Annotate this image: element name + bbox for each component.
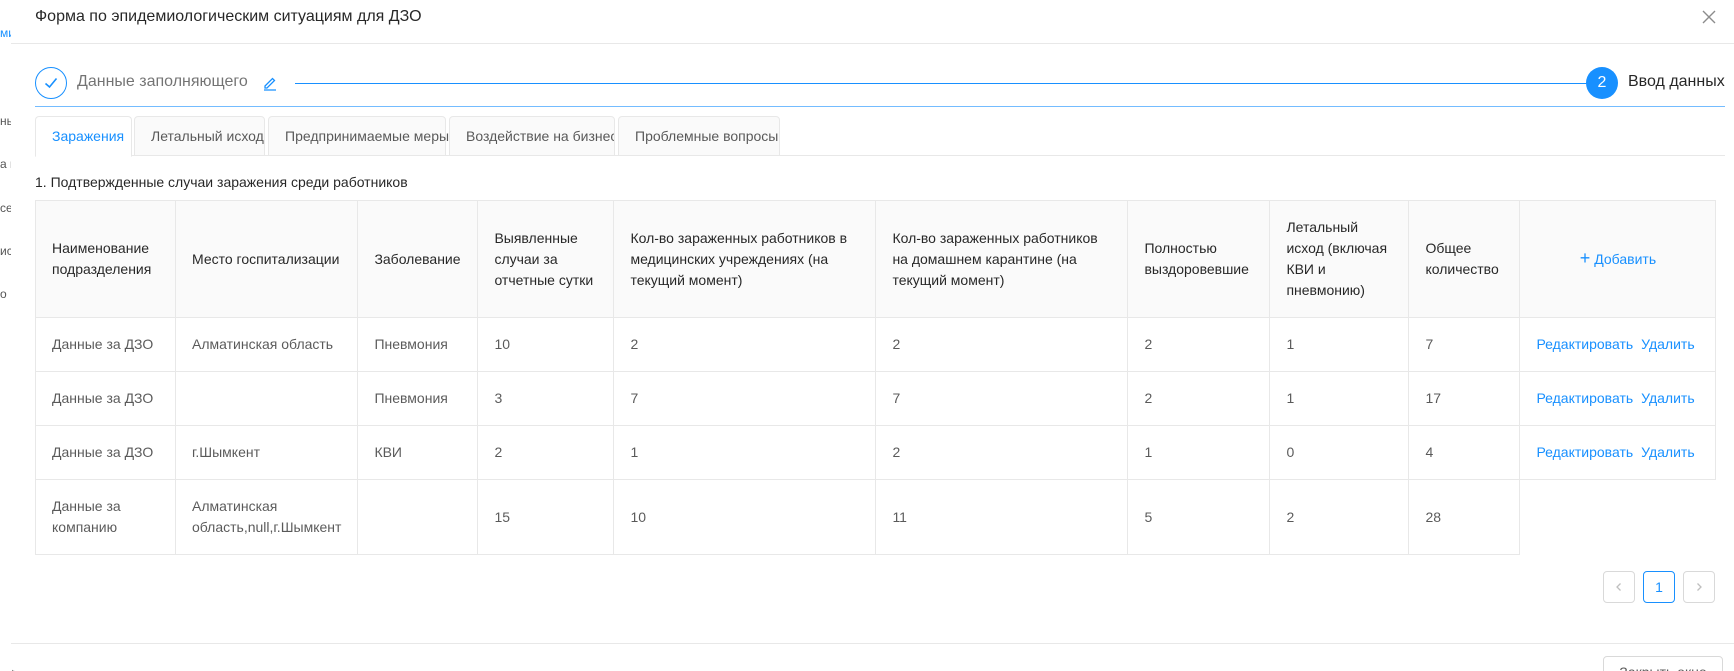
table-cell: Алматинская область: [174, 317, 359, 372]
table-cell: г.Шымкент: [174, 425, 359, 480]
table-cell: Алматинская область,null,г.Шымкент: [174, 479, 359, 555]
row-actions: Редактировать Удалить: [1519, 317, 1717, 372]
column-header: Выявленные случаи за отчетные сутки: [477, 200, 615, 318]
table-cell: 2: [1127, 317, 1271, 372]
table-cell: КВИ: [357, 425, 479, 480]
tab-business-impact[interactable]: Воздействие на бизнес: [449, 116, 615, 156]
column-header: Полностью выздоровевшие: [1127, 200, 1271, 318]
table-cell: 2: [477, 425, 615, 480]
table-cell: 2: [1269, 479, 1410, 555]
empty-cell: [1519, 479, 1716, 555]
table-cell: 10: [613, 479, 877, 555]
table-cell: 2: [875, 425, 1129, 480]
table-row: Данные за ДЗО Пневмония 3 7 7 2 1 17 Ред…: [35, 371, 1717, 426]
tab-infections[interactable]: Заражения: [35, 116, 132, 157]
next-page-icon[interactable]: [1683, 571, 1715, 603]
modal-header: Форма по эпидемиологическим ситуациям дл…: [11, 0, 1734, 44]
row-actions: Редактировать Удалить: [1519, 425, 1717, 480]
table-cell: 7: [1408, 317, 1521, 372]
edit-icon[interactable]: [262, 75, 278, 91]
table-cell: Данные за ДЗО: [35, 317, 176, 372]
step-connector: [295, 83, 1593, 84]
edit-link[interactable]: Редактировать: [1536, 444, 1633, 460]
table-cell: 10: [477, 317, 615, 372]
close-icon[interactable]: [1698, 6, 1720, 28]
edit-link[interactable]: Редактировать: [1536, 336, 1633, 352]
column-header: Наименование подразделения: [35, 200, 176, 318]
step-2-label: Ввод данных: [1628, 73, 1725, 90]
table-cell: 4: [1408, 425, 1521, 480]
table-cell: 0: [1269, 425, 1410, 480]
page-button[interactable]: 1: [1643, 571, 1675, 603]
total-row: Данные за компанию Алматинская область,n…: [35, 479, 1716, 555]
prev-page-icon[interactable]: [1603, 571, 1635, 603]
table-cell: 2: [1127, 371, 1271, 426]
modal-title: Форма по эпидемиологическим ситуациям дл…: [35, 8, 422, 25]
column-header: Кол-во зараженных работников в медицинск…: [613, 200, 877, 318]
delete-link[interactable]: Удалить: [1641, 444, 1694, 460]
tab-measures[interactable]: Предпринимаемые меры: [268, 116, 449, 156]
table-cell: 1: [1269, 371, 1410, 426]
edit-link[interactable]: Редактировать: [1536, 390, 1633, 406]
column-header: Кол-во зараженных работников на домашнем…: [875, 200, 1129, 318]
table-cell: 7: [613, 371, 877, 426]
table-cell: Данные за ДЗО: [35, 371, 176, 426]
delete-link[interactable]: Удалить: [1641, 336, 1694, 352]
steps-divider: [35, 106, 1725, 107]
column-header: Место госпитализации: [174, 200, 359, 318]
table-cell: 7: [875, 371, 1129, 426]
table-cell: [174, 371, 359, 426]
table-cell: Данные за ДЗО: [35, 425, 176, 480]
table-row: Данные за ДЗО Алматинская область Пневмо…: [35, 317, 1717, 372]
step-1-label[interactable]: Данные заполняющего: [77, 73, 248, 91]
check-icon: [35, 67, 67, 99]
plus-icon: +: [1579, 248, 1591, 268]
table-cell: 17: [1408, 371, 1521, 426]
delete-link[interactable]: Удалить: [1641, 390, 1694, 406]
step-2-number: 2: [1586, 67, 1618, 99]
table-cell: 2: [613, 317, 877, 372]
table-cell: Пневмония: [357, 371, 479, 426]
tab-problem-issues[interactable]: Проблемные вопросы: [618, 116, 780, 156]
actions-header: + Добавить: [1519, 200, 1717, 318]
table-cell: 15: [477, 479, 615, 555]
table-cell: 3: [477, 371, 615, 426]
tab-bar: Заражения Летальный исход Предпринимаемы…: [35, 116, 1725, 157]
section-title: 1. Подтвержденные случаи заражения среди…: [35, 174, 408, 190]
table-cell: Данные за компанию: [35, 479, 176, 555]
close-window-button[interactable]: Закрыть окно: [1603, 656, 1723, 671]
table-cell: 28: [1408, 479, 1521, 555]
table-cell: [357, 479, 479, 555]
table-cell: 1: [613, 425, 877, 480]
table-row: Данные за ДЗО г.Шымкент КВИ 2 1 2 1 0 4 …: [35, 425, 1717, 480]
steps: Данные заполняющего 2 Ввод данных: [35, 67, 1725, 107]
table-cell: Пневмония: [357, 317, 479, 372]
table-cell: 1: [1269, 317, 1410, 372]
tab-lethal-outcome[interactable]: Летальный исход: [134, 116, 265, 156]
column-header: Заболевание: [357, 200, 479, 318]
table-cell: 2: [875, 317, 1129, 372]
add-label: Добавить: [1594, 251, 1657, 267]
infections-table: Наименование подразделения Место госпита…: [35, 200, 1717, 555]
background-text: о: [0, 287, 7, 301]
add-button[interactable]: + Добавить: [1579, 248, 1657, 268]
column-header: Летальный исход (включая КВИ и пневмонию…: [1269, 200, 1410, 318]
footer-divider: [11, 643, 1734, 644]
row-actions: Редактировать Удалить: [1519, 371, 1717, 426]
column-header: Общее количество: [1408, 200, 1521, 318]
table-cell: 5: [1127, 479, 1271, 555]
table-cell: 11: [875, 479, 1129, 555]
modal-dialog: Форма по эпидемиологическим ситуациям дл…: [11, 0, 1734, 671]
table-cell: 1: [1127, 425, 1271, 480]
